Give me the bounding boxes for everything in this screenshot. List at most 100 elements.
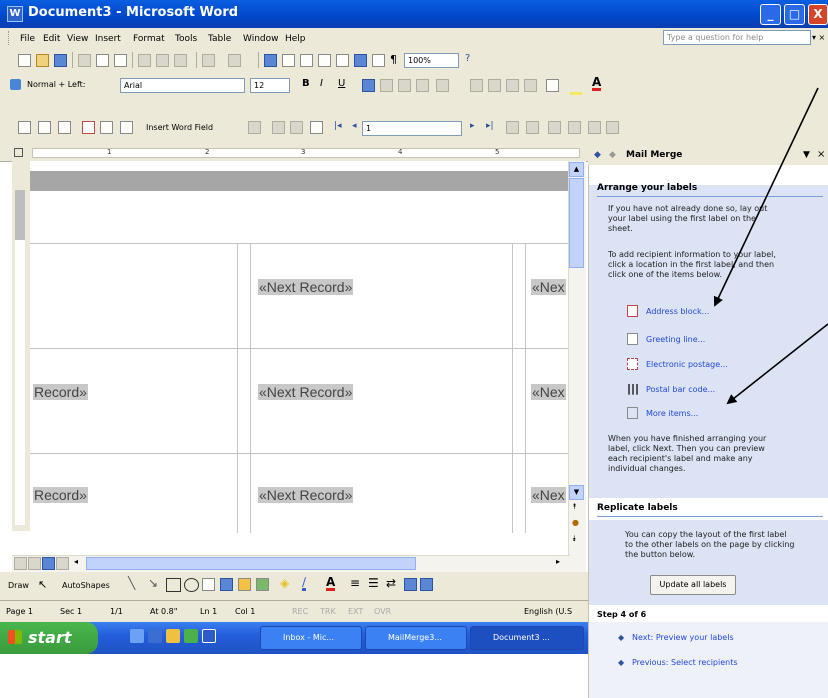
rectangle-icon[interactable] [166,578,181,592]
arrow-style-icon[interactable]: ⇄ [386,576,396,590]
taskbar-mailmerge-button[interactable]: MailMerge3... [365,626,467,650]
style-dropdown[interactable]: Normal + Left: [24,78,124,93]
merge-field-next-record[interactable]: «Next Record» [258,384,354,400]
quicklaunch-word-icon[interactable] [202,629,216,643]
quicklaunch-desktop-icon[interactable] [148,629,162,643]
check-errors-icon[interactable] [526,121,539,134]
ask-question-dropdown[interactable]: ▾ × [812,33,825,42]
insert-excel-icon[interactable] [318,54,331,67]
previous-step-link[interactable]: Previous: Select recipients [632,658,738,667]
paste-icon[interactable] [174,54,187,67]
font-color-draw-icon[interactable]: A [326,576,336,591]
status-trk[interactable]: TRK [320,607,336,616]
line-icon[interactable]: ╲ [128,576,135,590]
new-document-icon[interactable] [18,54,31,67]
align-center-icon[interactable] [380,79,393,92]
print-layout-icon[interactable] [42,557,55,570]
decrease-indent-icon[interactable] [506,79,519,92]
view-merged-data-icon[interactable] [248,121,261,134]
merge-fax-icon[interactable] [606,121,619,134]
menu-insert[interactable]: Insert [95,34,121,44]
next-record-icon[interactable]: ▸ [470,121,475,131]
align-left-icon[interactable] [362,79,375,92]
status-ext[interactable]: EXT [348,607,363,616]
insert-greeting-line-icon[interactable] [100,121,113,134]
line-style-icon[interactable]: ≡ [350,576,360,590]
scroll-left-icon[interactable]: ◂ [74,557,78,566]
styles-formatting-icon[interactable] [10,79,21,90]
merge-field-next-record[interactable]: «Nex [531,384,566,400]
open-data-source-icon[interactable] [38,121,51,134]
undo-icon[interactable] [202,54,215,67]
open-folder-icon[interactable] [36,54,49,67]
postal-bar-code-link[interactable]: Postal bar code... [646,385,715,394]
scroll-up-icon[interactable]: ▲ [569,162,584,177]
cut-icon[interactable] [138,54,151,67]
italic-button[interactable]: I [320,78,323,89]
maximize-button[interactable]: □ [784,4,805,25]
last-record-icon[interactable]: ▸| [486,121,494,131]
pane-forward-icon[interactable]: ◆ [609,150,616,160]
drawing-icon[interactable] [354,54,367,67]
line-spacing-icon[interactable] [436,79,449,92]
3d-icon[interactable] [420,578,433,591]
font-dropdown[interactable]: Arial [120,78,245,93]
font-color-icon[interactable]: A [592,76,602,91]
start-button[interactable]: start [0,622,98,654]
highlight-merge-fields-icon[interactable] [272,121,285,134]
status-rec[interactable]: REC [292,607,308,616]
horizontal-scroll-thumb[interactable] [86,557,416,570]
menu-format[interactable]: Format [133,34,165,44]
diagram-icon[interactable] [238,578,251,591]
select-objects-icon[interactable]: ↖ [38,578,47,591]
pane-menu-icon[interactable]: ▼ [803,150,810,160]
menu-file[interactable]: File [20,34,35,44]
close-button[interactable]: X [808,4,828,25]
next-page-icon[interactable]: ⯯ [572,534,577,544]
insert-merge-fields-icon[interactable] [120,121,133,134]
find-entry-icon[interactable] [506,121,519,134]
insert-word-field-dropdown[interactable]: Insert Word Field [146,123,213,132]
increase-indent-icon[interactable] [524,79,537,92]
merge-printer-icon[interactable] [568,121,581,134]
previous-page-icon[interactable]: ⯭ [572,502,577,512]
electronic-postage-link[interactable]: Electronic postage... [646,360,728,369]
outline-view-icon[interactable] [56,557,69,570]
select-browse-object-icon[interactable]: ● [572,518,579,527]
next-step-link[interactable]: Next: Preview your labels [632,633,734,642]
quicklaunch-ie-icon[interactable] [130,629,144,643]
show-hide-icon[interactable]: ¶ [390,53,397,66]
document-page[interactable] [30,161,568,531]
numbering-icon[interactable] [470,79,483,92]
document-map-icon[interactable] [372,54,385,67]
copy-icon[interactable] [156,54,169,67]
help-icon[interactable]: ? [465,53,470,64]
merge-field-next-record[interactable]: «Next Record» [258,279,354,295]
print-preview-icon[interactable] [96,54,109,67]
hyperlink-icon[interactable] [264,54,277,67]
tab-selector-icon[interactable] [14,148,23,157]
more-items-link[interactable]: More items... [646,409,698,418]
redo-icon[interactable] [228,54,241,67]
normal-view-icon[interactable] [14,557,27,570]
justify-icon[interactable] [416,79,429,92]
ask-question-input[interactable]: Type a question for help [663,30,811,45]
merge-field-next-record[interactable]: «Nex [531,279,566,295]
merge-field-next-record[interactable]: «Nex [531,487,566,503]
save-icon[interactable] [54,54,67,67]
shadow-icon[interactable] [404,578,417,591]
record-number-field[interactable]: 1 [362,121,462,136]
menu-tools[interactable]: Tools [175,34,197,44]
zoom-dropdown[interactable]: 100% [404,53,459,68]
scroll-down-icon[interactable]: ▼ [569,485,584,500]
columns-icon[interactable] [336,54,349,67]
taskbar-inbox-button[interactable]: Inbox - Mic... [260,626,362,650]
insert-table-icon[interactable] [300,54,313,67]
pane-back-icon[interactable]: ◆ [594,150,601,160]
pane-close-icon[interactable]: × [817,149,825,160]
autoshapes-menu[interactable]: AutoShapes [62,581,110,590]
text-box-icon[interactable] [202,578,215,591]
menu-table[interactable]: Table [208,34,231,44]
vertical-scroll-thumb[interactable] [569,178,584,268]
word-app-icon[interactable]: W [7,6,23,22]
